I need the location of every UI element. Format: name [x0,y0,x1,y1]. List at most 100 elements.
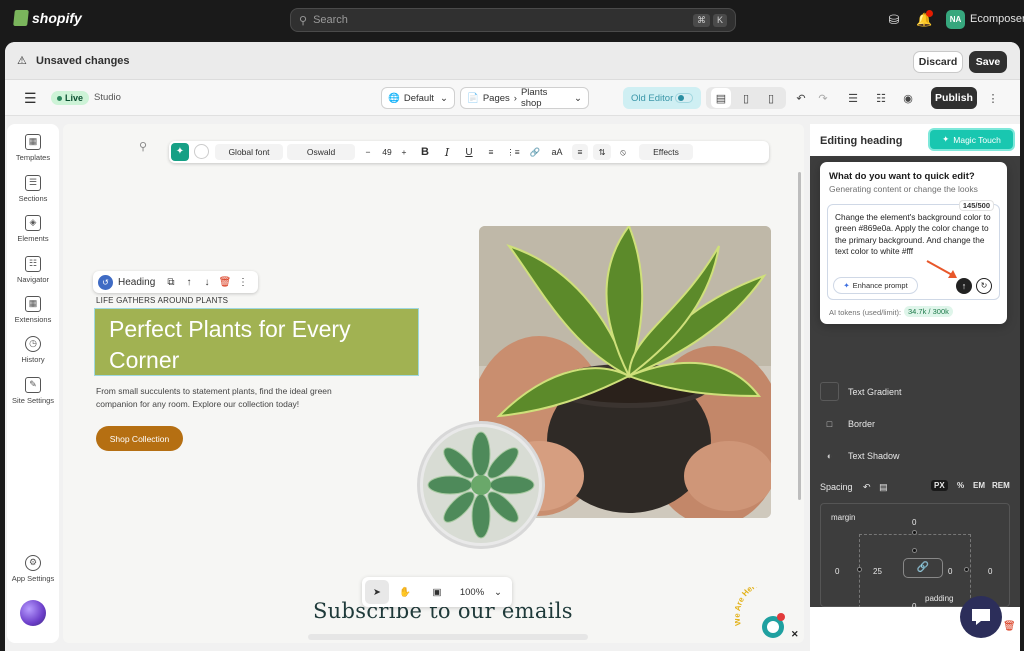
color-swatch[interactable] [194,144,209,159]
ordered-list-icon[interactable]: ≡ [483,144,499,160]
prompt-textarea[interactable]: 145/500 Change the element's background … [827,201,1000,300]
ai-assistant-orb[interactable] [20,600,46,626]
studio-label[interactable]: Studio [94,92,121,103]
hero-kicker[interactable]: LIFE GATHERS AROUND PLANTS [96,296,228,305]
preview-eye-icon[interactable]: ◉ [898,88,918,108]
magic-touch-label: Magic Touch [953,134,1001,145]
desktop-icon[interactable]: ▤ [711,88,731,108]
publish-button[interactable]: Publish [931,87,977,109]
bold-icon[interactable]: B [417,144,433,160]
navigator-icon: ☷ [25,256,41,272]
sidebar-item-extensions[interactable]: ▦ Extensions [7,296,59,324]
sidebar-item-site-settings[interactable]: ✎ Site Settings [7,377,59,405]
shopify-logo[interactable]: shopify [13,10,82,26]
old-editor-toggle[interactable]: Old Editor [623,87,701,109]
mobile-icon[interactable]: ▯ [761,88,781,108]
padding-left-handle[interactable] [857,567,862,572]
page-select[interactable]: 📄 Pages › Plants shop ⌄ [460,87,589,109]
popup-title: What do you want to quick edit? [829,171,975,182]
reset-icon[interactable]: ↶ [863,482,871,492]
zoom-level[interactable]: 100% [458,580,486,604]
more-vertical-icon[interactable]: ⋮ [235,274,251,290]
sidebar-item-app-settings[interactable]: ⚙ App Settings [7,555,59,583]
decrease-size-icon[interactable]: − [361,144,375,160]
padding-top-handle[interactable] [912,548,917,553]
discard-button[interactable]: Discard [913,51,963,73]
margin-left-value[interactable]: 0 [835,567,839,576]
hero-paragraph[interactable]: From small succulents to statement plant… [96,385,336,410]
global-font-select[interactable]: Global font [215,144,283,160]
more-vertical-icon[interactable]: ⋮ [983,88,1003,108]
move-down-icon[interactable]: ↓ [199,274,215,290]
delete-icon[interactable]: 🗑 [1003,621,1016,632]
padding-right-handle[interactable] [964,567,969,572]
chat-button[interactable] [960,596,1002,638]
margin-top-value[interactable]: 0 [912,518,916,527]
underline-icon[interactable]: U [461,144,477,160]
canvas-search-icon[interactable]: ⚲ [139,140,147,153]
font-size-input[interactable]: 49 [377,144,397,160]
font-family-select[interactable]: Oswald [287,144,355,160]
italic-icon[interactable]: I [439,144,455,160]
sidebar-item-navigator[interactable]: ☷ Navigator [7,256,59,284]
sparkle-icon: ✦ [942,134,950,144]
responsive-icon[interactable]: ▤ [879,482,888,492]
magic-edit-icon[interactable]: ✦ [171,143,189,161]
delete-icon[interactable]: 🗑 [217,274,233,290]
prompt-text[interactable]: Change the element's background color to… [835,212,995,257]
margin-right-value[interactable]: 0 [988,567,992,576]
search-placeholder: Search [313,14,348,26]
toggle-switch[interactable] [675,93,693,103]
magic-touch-button[interactable]: ✦ Magic Touch [930,130,1013,149]
store-name[interactable]: Ecomposer [970,13,1024,25]
border-option[interactable]: □ Border [820,414,875,433]
chevron-down-icon[interactable]: ⌄ [486,580,510,604]
settings-sliders-icon[interactable]: ☰ [843,88,863,108]
succulent-image[interactable] [420,424,542,546]
padding-right-value[interactable]: 0 [948,567,952,576]
duplicate-icon[interactable]: ⧉ [163,274,179,290]
hero-heading[interactable]: Perfect Plants for Every Corner [94,308,419,376]
clear-format-icon[interactable]: ⦸ [615,144,631,160]
enhance-prompt-button[interactable]: ✦ Enhance prompt [833,277,918,294]
sidebar-item-elements[interactable]: ◈ Elements [7,215,59,243]
avatar[interactable]: NA [946,10,965,29]
sidebar-item-history[interactable]: ◷ History [7,336,59,364]
move-up-icon[interactable]: ↑ [181,274,197,290]
canvas-scrollbar[interactable] [798,172,801,500]
line-height-icon[interactable]: ⇅ [593,144,611,160]
padding-left-value[interactable]: 25 [873,567,882,576]
unit-px[interactable]: PX [931,480,948,491]
fit-screen-icon[interactable]: ▣ [425,580,449,604]
effects-button[interactable]: Effects [639,144,693,160]
regenerate-icon[interactable]: ↻ [976,278,992,294]
hand-tool-icon[interactable]: ✋ [393,580,417,604]
unit-rem[interactable]: REM [989,480,1013,491]
undo-icon[interactable]: ↶ [791,88,811,108]
link-values-icon[interactable]: 🔗 [903,558,943,578]
redo-icon[interactable]: ↷ [813,88,833,108]
inspect-icon[interactable]: ☷ [871,88,891,108]
pointer-tool-icon[interactable]: ➤ [365,580,389,604]
align-left-icon[interactable]: ≡ [572,144,588,160]
tablet-icon[interactable]: ▯ [736,88,756,108]
store-icon[interactable]: ⛁ [886,12,902,28]
bullet-list-icon[interactable]: ⋮≡ [505,144,521,160]
close-icon[interactable]: ✕ [791,629,799,640]
save-button[interactable]: Save [969,51,1007,73]
increase-size-icon[interactable]: + [397,144,411,160]
sidebar-item-label: Site Settings [11,396,55,405]
sidebar-item-label: Templates [15,153,51,162]
sidebar-item-sections[interactable]: ☰ Sections [7,175,59,203]
link-icon[interactable]: 🔗 [527,144,543,160]
unit-em[interactable]: EM [970,480,988,491]
menu-icon[interactable]: ☰ [24,90,37,107]
text-gradient-option[interactable]: Text Gradient [820,382,902,401]
text-shadow-option[interactable]: ◐ Text Shadow [820,446,900,465]
sidebar-item-templates[interactable]: ▦ Templates [7,134,59,162]
shop-collection-button[interactable]: Shop Collection [96,426,183,451]
text-case-icon[interactable]: aA [549,144,565,160]
theme-select[interactable]: 🌐 Default ⌄ [381,87,455,109]
search-input[interactable]: ⚲ Search ⌘ K [290,8,736,32]
unit-percent[interactable]: % [954,480,967,491]
